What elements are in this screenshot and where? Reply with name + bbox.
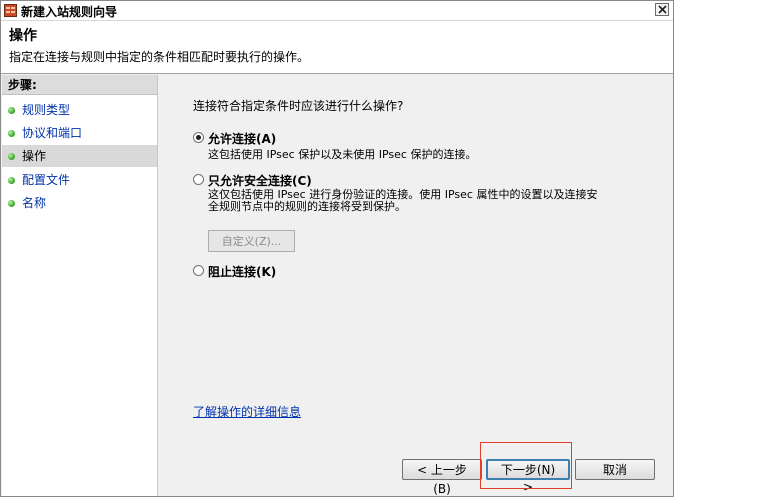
radio-allow[interactable] (193, 132, 204, 143)
step-item-name[interactable]: 名称 (2, 192, 157, 214)
step-status-icon (8, 177, 15, 184)
step-status-icon (8, 130, 15, 137)
option-block-label: 阻止连接(K) (208, 265, 277, 279)
back-button[interactable]: < 上一步(B) (402, 459, 482, 496)
action-question: 连接符合指定条件时应该进行什么操作? (193, 99, 404, 113)
option-secure-only-label: 只允许安全连接(C) (208, 174, 312, 188)
step-status-icon (8, 200, 15, 207)
radio-secure-only[interactable] (193, 174, 204, 185)
steps-title: 步骤: (2, 75, 157, 95)
page-subtitle: 指定在连接与规则中指定的条件相匹配时要执行的操作。 (9, 50, 310, 64)
step-label: 协议和端口 (22, 126, 83, 140)
cancel-button[interactable]: 取消 (575, 459, 655, 480)
next-button[interactable]: 下一步(N) > (486, 459, 570, 494)
step-item-action[interactable]: 操作 (2, 145, 157, 167)
step-label: 操作 (22, 149, 47, 163)
customize-button[interactable]: 自定义(Z)... (208, 230, 295, 252)
radio-block[interactable] (193, 265, 204, 276)
step-status-icon (8, 153, 15, 160)
content-area: 连接符合指定条件时应该进行什么操作? 允许连接(A) 这包括使用 IPsec 保… (161, 75, 673, 496)
step-label: 配置文件 (22, 173, 71, 187)
wizard-window: 新建入站规则向导 操作 指定在连接与规则中指定的条件相匹配时要执行的操作。 步骤… (0, 0, 674, 497)
learn-more-link[interactable]: 了解操作的详细信息 (193, 403, 301, 420)
window-title: 新建入站规则向导 (21, 5, 118, 19)
wizard-header: 操作 指定在连接与规则中指定的条件相匹配时要执行的操作。 (1, 21, 673, 74)
step-item-rule-type[interactable]: 规则类型 (2, 99, 157, 121)
step-label: 规则类型 (22, 103, 71, 117)
option-allow-description: 这包括使用 IPsec 保护以及未使用 IPsec 保护的连接。 (208, 148, 477, 161)
option-secure-only-description-line2: 全规则节点中的规则的连接将受到保护。 (208, 200, 406, 213)
close-button[interactable] (655, 3, 669, 16)
steps-panel: 步骤: 规则类型 协议和端口 操作 配置文件 名称 (2, 75, 158, 496)
step-item-protocol-port[interactable]: 协议和端口 (2, 122, 157, 144)
firewall-app-icon (4, 4, 17, 17)
step-item-profile[interactable]: 配置文件 (2, 169, 157, 191)
step-status-icon (8, 107, 15, 114)
title-bar: 新建入站规则向导 (1, 1, 673, 21)
step-label: 名称 (22, 196, 47, 210)
page-title: 操作 (9, 28, 37, 44)
option-allow-label: 允许连接(A) (208, 132, 277, 146)
